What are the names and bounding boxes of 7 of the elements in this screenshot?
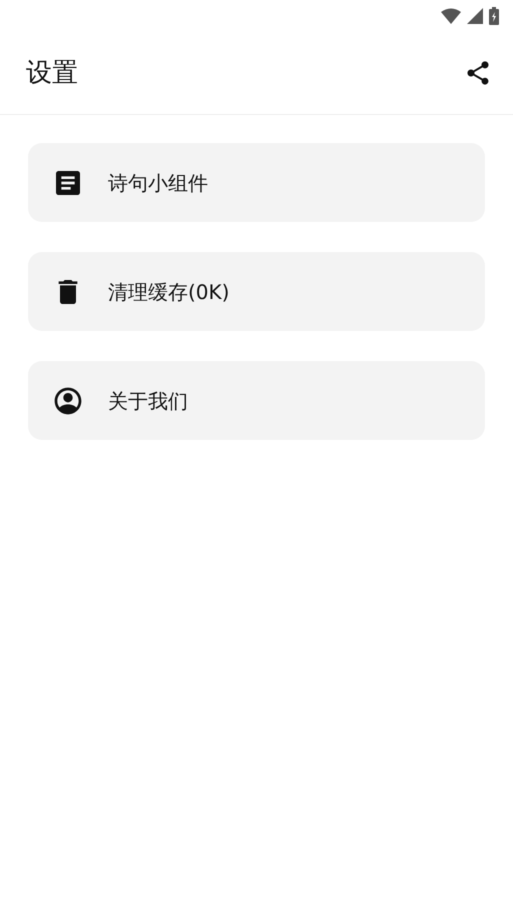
settings-item[interactable]: 清理缓存(0K) [28, 252, 485, 331]
battery-icon [489, 7, 499, 25]
settings-item[interactable]: 关于我们 [28, 361, 485, 440]
page-title: 设置 [26, 56, 78, 90]
signal-icon [467, 8, 483, 24]
wifi-icon [441, 8, 461, 24]
settings-item[interactable]: 诗句小组件 [28, 143, 485, 222]
